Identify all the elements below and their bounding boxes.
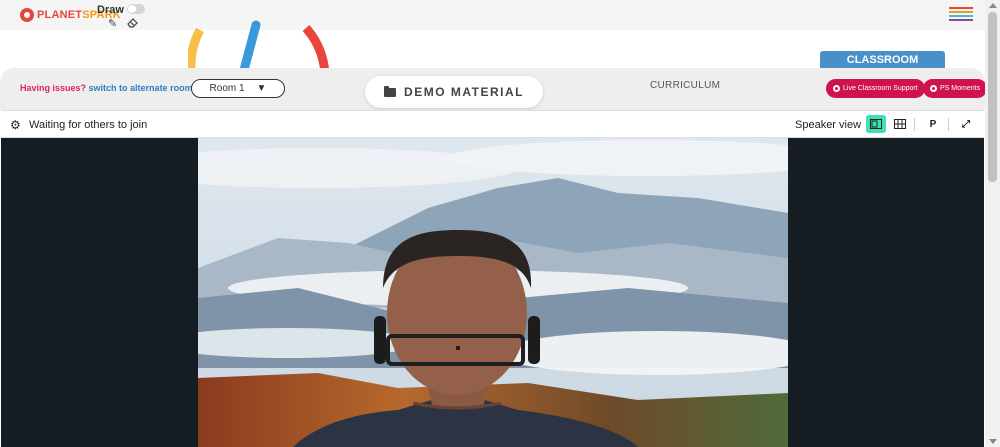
draw-toggle[interactable] <box>127 4 145 14</box>
ps-moments-button[interactable]: PS Moments <box>923 79 988 98</box>
room-select[interactable]: Room 1 ▼ <box>191 79 285 98</box>
scroll-down-icon[interactable] <box>989 439 997 444</box>
curriculum-link[interactable]: CURRICULUM <box>650 80 720 91</box>
page-scrollbar[interactable] <box>985 0 1000 447</box>
dropdown-arrow-icon: ▼ <box>256 83 267 94</box>
grid-view-icon[interactable] <box>890 115 910 133</box>
folder-icon <box>384 85 397 97</box>
demo-material-button[interactable]: DEMO MATERIAL <box>365 76 543 108</box>
pencil-icon[interactable]: ✎ <box>108 17 117 30</box>
scrollbar-thumb[interactable] <box>988 12 997 182</box>
logo-mark-icon <box>20 8 34 22</box>
toolbar-divider <box>948 118 949 131</box>
room-select-value: Room 1 <box>209 83 245 94</box>
video-frame-image <box>198 138 788 447</box>
call-status: Waiting for others to join <box>29 119 148 131</box>
switch-room-link[interactable]: switch to alternate room <box>89 83 193 93</box>
support-icon <box>833 85 840 92</box>
hamburger-icon[interactable] <box>949 7 973 21</box>
issues-notice: Having issues? switch to alternate room <box>20 83 193 93</box>
moments-icon <box>930 85 937 92</box>
ps-moments-label: PS Moments <box>940 85 981 92</box>
speaker-view-label: Speaker view <box>795 119 862 131</box>
issues-text: Having issues? <box>20 83 87 93</box>
demo-material-label: DEMO MATERIAL <box>404 85 524 99</box>
draw-label: Draw <box>97 4 124 16</box>
participant-video[interactable] <box>198 138 788 447</box>
toolbar-divider <box>914 118 915 131</box>
speaker-view-icon[interactable] <box>866 115 886 133</box>
page: PLANETSPARK Draw ✎ CLASSROOM Having issu… <box>0 0 1000 447</box>
gear-icon[interactable]: ⚙ <box>10 118 21 132</box>
call-toolbar: ⚙ Waiting for others to join Speaker vie… <box>1 110 984 138</box>
top-bar: PLANETSPARK Draw ✎ <box>0 0 985 30</box>
eraser-icon[interactable] <box>127 17 138 31</box>
scroll-up-icon[interactable] <box>989 3 997 8</box>
video-stage <box>1 138 984 447</box>
p-button[interactable]: P <box>923 115 943 133</box>
live-support-label: Live Classroom Support <box>843 85 918 92</box>
live-support-button[interactable]: Live Classroom Support <box>826 79 925 98</box>
logo-text-planet: PLANET <box>37 9 83 21</box>
expand-icon[interactable]: ⤢ <box>956 115 976 133</box>
